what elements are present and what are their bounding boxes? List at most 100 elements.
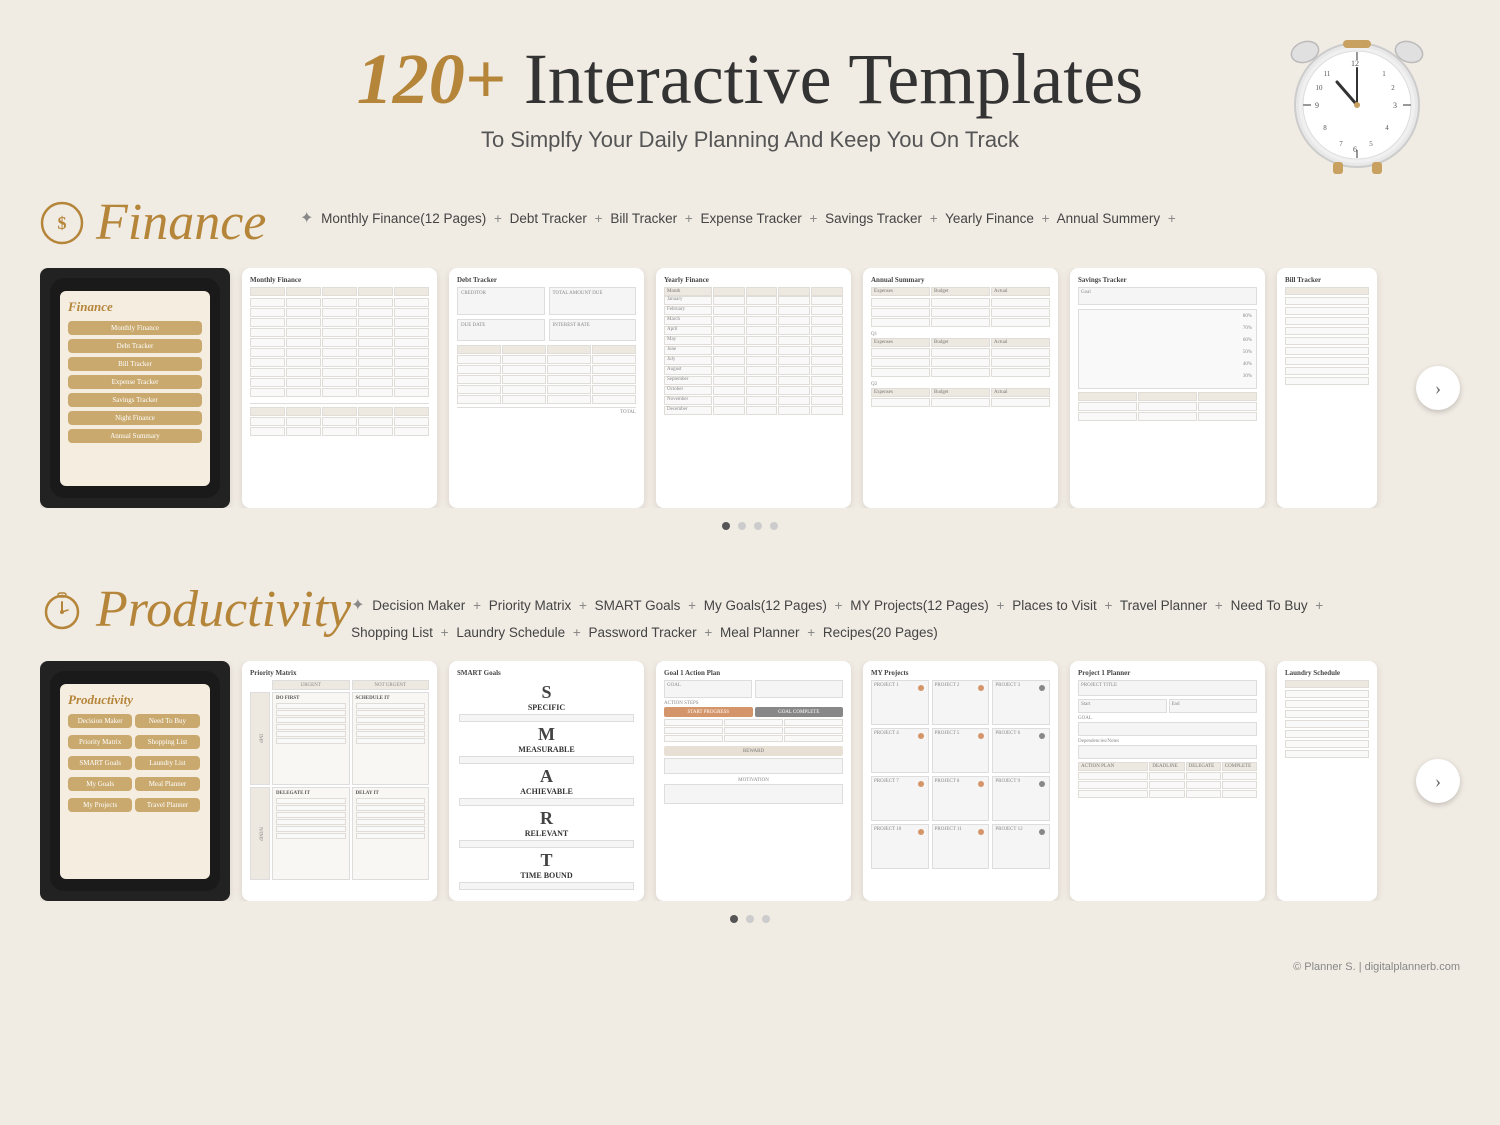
matrix-delay-cell: DELAY IT — [352, 787, 430, 880]
svg-text:2: 2 — [1391, 84, 1395, 92]
smart-t: T TIME BOUND — [459, 850, 634, 890]
ipad-smart-goals-btn[interactable]: SMART Goals — [68, 756, 132, 770]
savings-tracker-card: Savings Tracker Goal 80% 70% 60% 50% 40%… — [1070, 268, 1265, 508]
savings-rows — [1078, 392, 1257, 421]
goal-motivation: MOTIVATION — [664, 778, 843, 804]
finance-items-text: ✦ Monthly Finance(12 Pages) + Debt Track… — [300, 193, 1460, 234]
ipad-need-to-buy-btn[interactable]: Need To Buy — [135, 714, 199, 728]
ipad-shopping-list-btn[interactable]: Shopping List — [135, 735, 199, 749]
productivity-ipad-mockup: Productivity Decision Maker Need To Buy … — [50, 671, 220, 891]
monthly-rows — [250, 298, 429, 397]
annual-q2: Q2 Expenses Budget Actual — [871, 382, 1050, 407]
matrix-do-first-cell: DO FIRST — [272, 692, 350, 785]
prod-dot-3[interactable] — [762, 915, 770, 923]
debt-tracker-template: Debt Tracker CREDITOR TOTAL AMOUNT DUE D… — [457, 276, 636, 500]
title-main: Interactive Templates — [506, 39, 1143, 119]
project-12: PROJECT 12 — [992, 824, 1050, 869]
annual-summary-template: Annual Summary Expenses Budget Actual — [871, 276, 1050, 500]
project-8: PROJECT 8 — [932, 776, 990, 821]
matrix-layout: URGENT NOT URGENT IMP DO FIRST — [250, 680, 429, 880]
sparkle-icon: ✦ — [300, 210, 313, 227]
dot-3[interactable] — [754, 522, 762, 530]
yearly-finance-title: Yearly Finance — [664, 276, 843, 284]
finance-carousel-next[interactable]: › — [1416, 366, 1460, 410]
goal-action-plan-title: Goal 1 Action Plan — [664, 669, 843, 677]
svg-text:11: 11 — [1324, 70, 1331, 78]
finance-section-title: Finance — [96, 193, 266, 252]
svg-text:12: 12 — [1351, 59, 1359, 68]
productivity-carousel-next[interactable]: › — [1416, 759, 1460, 803]
annual-rows — [871, 298, 1050, 327]
annual-top: Expenses Budget Actual — [871, 287, 1050, 296]
productivity-carousel-row: Productivity Decision Maker Need To Buy … — [40, 661, 1460, 901]
ipad-prod-row1: Decision Maker Need To Buy — [68, 714, 202, 732]
project-action-table: ACTION PLAN DEADLINE DELEGATE COMPLETE — [1078, 762, 1257, 798]
productivity-section-title: Productivity — [96, 580, 351, 639]
finance-carousel-dots — [40, 522, 1460, 530]
smart-m: M MEASURABLE — [459, 724, 634, 764]
ipad-decision-maker-btn[interactable]: Decision Maker — [68, 714, 132, 728]
dot-1[interactable] — [722, 522, 730, 530]
bill-tracker-template: Bill Tracker — [1285, 276, 1369, 500]
ipad-meal-planner-btn[interactable]: Meal Planner — [135, 777, 199, 791]
priority-matrix-card: Priority Matrix URGENT NOT URGENT IMP DO… — [242, 661, 437, 901]
ipad-laundry-btn[interactable]: Laundry List — [135, 756, 199, 770]
smart-goals-card: SMART Goals S SPECIFIC M MEASURABLE — [449, 661, 644, 901]
prod-dot-2[interactable] — [746, 915, 754, 923]
ipad-annual-summary-btn[interactable]: Annual Summary — [68, 429, 202, 443]
project-3: PROJECT 3 — [992, 680, 1050, 725]
dot-4[interactable] — [770, 522, 778, 530]
goal-action-plan-template: Goal 1 Action Plan GOAL ACTION STEPS STA… — [664, 669, 843, 893]
project-5: PROJECT 5 — [932, 728, 990, 773]
productivity-section: Productivity ✦ Decision Maker + Priority… — [0, 560, 1500, 953]
svg-text:7: 7 — [1339, 140, 1343, 148]
project-dates: Start End — [1078, 699, 1257, 713]
ipad-monthly-finance-btn[interactable]: Monthly Finance — [68, 321, 202, 335]
finance-monthly-card: Monthly Finance — [242, 268, 437, 508]
matrix-delegate-cell: DELEGATE IT — [272, 787, 350, 880]
project-notes-field: Dependencies/Notes — [1078, 739, 1257, 759]
project-11: PROJECT 11 — [932, 824, 990, 869]
annual-summary-card: Annual Summary Expenses Budget Actual — [863, 268, 1058, 508]
bill-tracker-title: Bill Tracker — [1285, 276, 1369, 284]
ipad-expense-tracker-btn[interactable]: Expense Tracker — [68, 375, 202, 389]
goal-action-plan-card: Goal 1 Action Plan GOAL ACTION STEPS STA… — [656, 661, 851, 901]
debt-tracker-card: Debt Tracker CREDITOR TOTAL AMOUNT DUE D… — [449, 268, 644, 508]
my-projects-template: MY Projects PROJECT 1 PROJECT 2 PROJECT — [871, 669, 1050, 893]
matrix-not-important-header: N/IMP — [250, 787, 270, 880]
finance-icon: $ — [40, 201, 84, 245]
savings-progress-bar: 80% 70% 60% 50% 40% 30% — [1078, 309, 1257, 389]
footer-text: © Planner S. | digitalplannerb.com — [1293, 961, 1460, 973]
ipad-prod-row4: My Goals Meal Planner — [68, 777, 202, 795]
finance-carousel-row: Finance Monthly Finance Debt Tracker Bil… — [40, 268, 1460, 508]
ipad-bill-tracker-btn[interactable]: Bill Tracker — [68, 357, 202, 371]
ipad-night-finance-btn[interactable]: Night Finance — [68, 411, 202, 425]
productivity-icon — [40, 588, 84, 632]
ipad-my-projects-btn[interactable]: My Projects — [68, 798, 132, 812]
ipad-debt-tracker-btn[interactable]: Debt Tracker — [68, 339, 202, 353]
debt-mid-section: DUE DATE INTEREST RATE — [457, 319, 636, 341]
finance-section: $ Finance ✦ Monthly Finance(12 Pages) + … — [0, 173, 1500, 560]
yearly-finance-template: Yearly Finance Month January Februar — [664, 276, 843, 500]
monthly-grid — [250, 287, 429, 296]
grid-header — [250, 287, 285, 296]
ipad-priority-matrix-btn[interactable]: Priority Matrix — [68, 735, 132, 749]
project-10: PROJECT 10 — [871, 824, 929, 869]
ipad-my-goals-btn[interactable]: My Goals — [68, 777, 132, 791]
svg-text:8: 8 — [1323, 124, 1327, 132]
ipad-prod-row3: SMART Goals Laundry List — [68, 756, 202, 774]
savings-tracker-template: Savings Tracker Goal 80% 70% 60% 50% 40%… — [1078, 276, 1257, 500]
productivity-title-block: Productivity — [40, 580, 351, 639]
svg-text:4: 4 — [1385, 124, 1389, 132]
dot-2[interactable] — [738, 522, 746, 530]
monthly-footer — [250, 403, 429, 436]
ipad-savings-tracker-btn[interactable]: Savings Tracker — [68, 393, 202, 407]
prod-dot-1[interactable] — [730, 915, 738, 923]
project-goal-field: GOAL — [1078, 716, 1257, 736]
debt-payment-rows — [457, 345, 636, 404]
laundry-schedule-template: Laundry Schedule — [1285, 669, 1369, 893]
laundry-schedule-card: Laundry Schedule — [1277, 661, 1377, 901]
page-header: 120+ Interactive Templates To Simplfy Yo… — [0, 0, 1500, 173]
ipad-travel-planner-btn[interactable]: Travel Planner — [135, 798, 199, 812]
my-projects-title: MY Projects — [871, 669, 1050, 677]
